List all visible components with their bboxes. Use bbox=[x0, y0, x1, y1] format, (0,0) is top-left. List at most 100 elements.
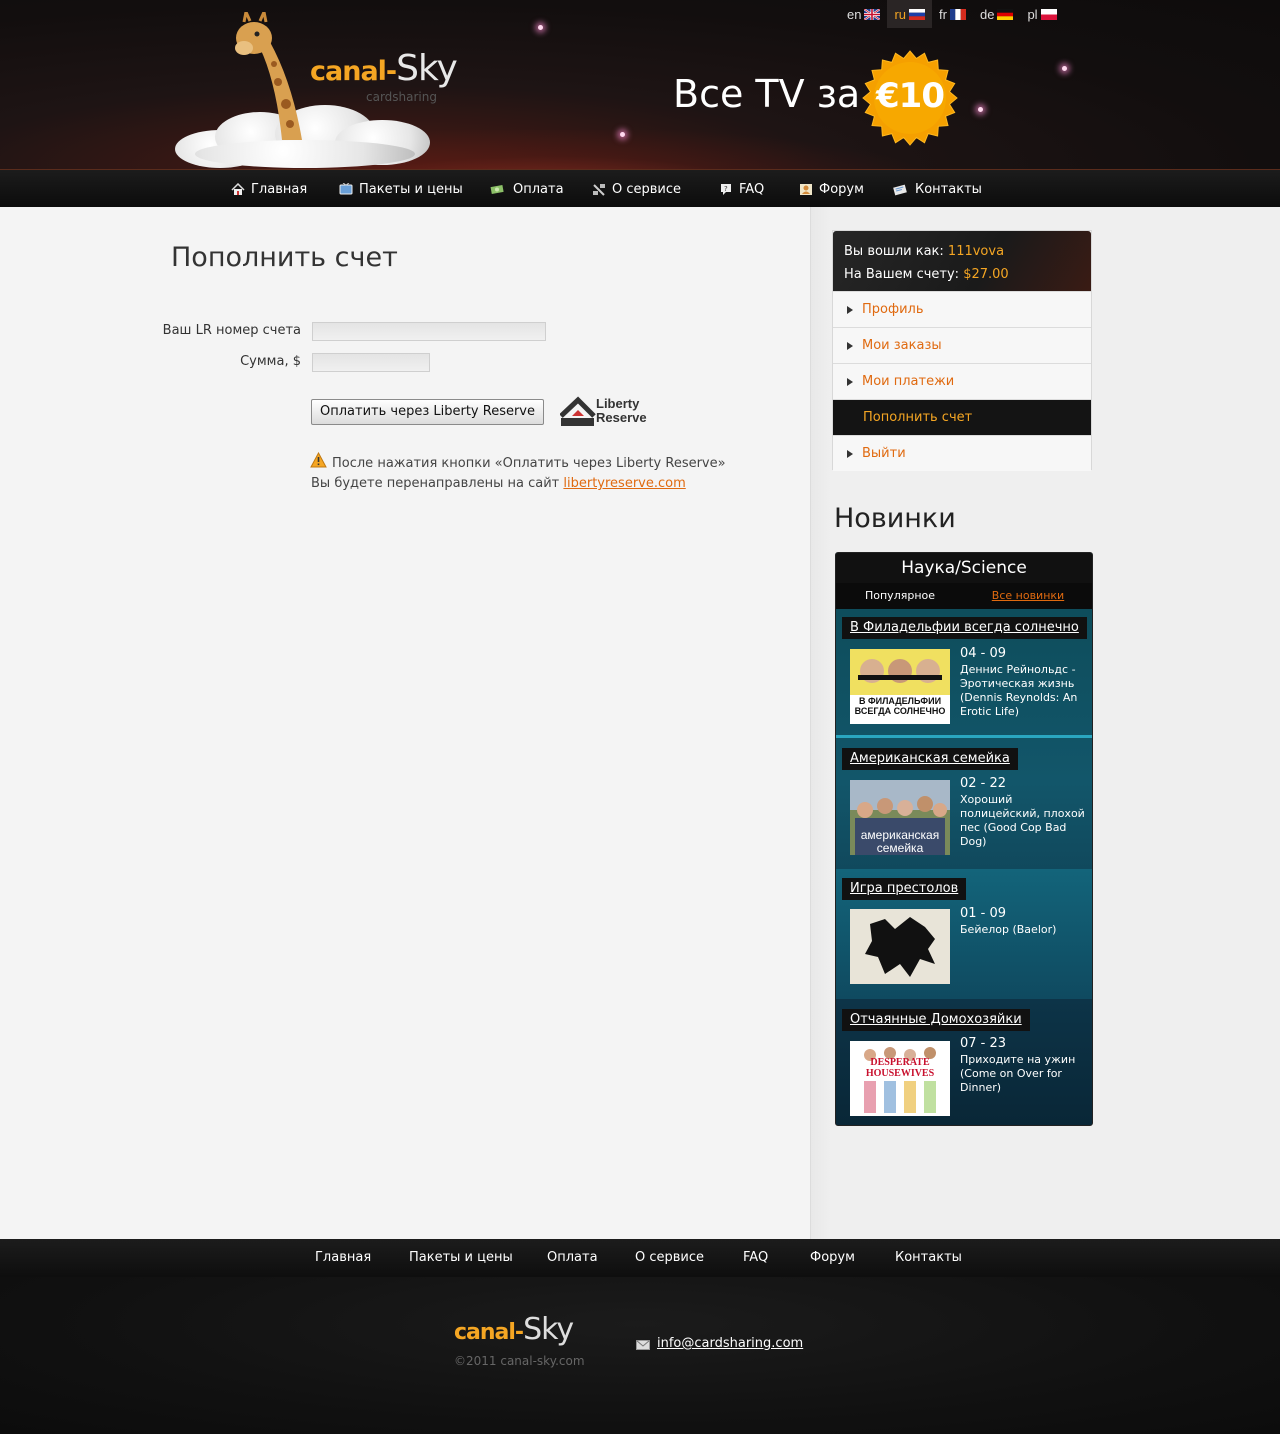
episode-title: Хороший полицейский, плохой пес (Good Co… bbox=[960, 793, 1085, 848]
news-category[interactable]: Наука/Science bbox=[836, 553, 1092, 583]
svg-text:?: ? bbox=[724, 185, 728, 193]
balance-row: На Вашем счету: $27.00 bbox=[844, 263, 1080, 286]
show-title[interactable]: Отчаянные Домохозяйки bbox=[842, 1009, 1030, 1031]
menu-label: Выйти bbox=[862, 446, 906, 461]
russia-flag-icon bbox=[909, 8, 926, 20]
arrow-right-icon bbox=[847, 305, 853, 314]
username: 111vova bbox=[947, 244, 1005, 259]
menu-label: Пополнить счет bbox=[863, 410, 973, 425]
promo-headline: Все TV за bbox=[673, 72, 861, 116]
footer-nav-forum[interactable]: Форум bbox=[810, 1239, 855, 1277]
pay-liberty-reserve-button[interactable]: Оплатить через Liberty Reserve bbox=[311, 399, 544, 425]
nav-packages[interactable]: Пакеты и цены bbox=[339, 170, 463, 208]
news-tabs: Популярное Все новинки bbox=[836, 583, 1092, 609]
lang-code: de bbox=[979, 6, 995, 22]
menu-payments[interactable]: Мои платежи bbox=[833, 363, 1091, 399]
nav-contacts[interactable]: Контакты bbox=[891, 170, 982, 208]
lang-en[interactable]: en bbox=[840, 0, 887, 28]
show-item: В Филадельфии всегда солнечно В ФИЛАДЕЛЬ… bbox=[836, 609, 1092, 739]
france-flag-icon bbox=[949, 8, 966, 20]
nav-label: Контакты bbox=[915, 181, 982, 197]
nav-label: Главная bbox=[251, 181, 308, 197]
satellite-icon bbox=[593, 183, 605, 196]
lang-code: en bbox=[847, 6, 862, 22]
menu-label: Мои платежи bbox=[862, 374, 955, 389]
contacts-icon bbox=[893, 184, 907, 195]
menu-orders[interactable]: Мои заказы bbox=[833, 327, 1091, 363]
site-footer bbox=[0, 1277, 1280, 1434]
episode-title: Бейелор (Baelor) bbox=[960, 923, 1057, 936]
footer-nav-contacts[interactable]: Контакты bbox=[895, 1239, 962, 1277]
nav-faq[interactable]: ? FAQ bbox=[719, 170, 764, 208]
lang-fr[interactable]: fr bbox=[932, 0, 973, 28]
episode-number: 07 - 23 bbox=[960, 1036, 1007, 1051]
footer-nav-home[interactable]: Главная bbox=[315, 1239, 371, 1277]
news-widget: Наука/Science Популярное Все новинки В Ф… bbox=[835, 552, 1093, 1126]
lang-ru[interactable]: ru bbox=[887, 0, 933, 28]
note-prefix: Вы будете перенаправлены на сайт bbox=[311, 476, 564, 491]
episode-info: 02 - 22 Хороший полицейский, плохой пес … bbox=[960, 777, 1088, 849]
footer-logo-sky: Sky bbox=[523, 1312, 574, 1347]
menu-topup[interactable]: Пополнить счет bbox=[833, 399, 1091, 435]
footer-nav-faq[interactable]: FAQ bbox=[743, 1239, 768, 1277]
nav-label: Пакеты и цены bbox=[359, 181, 463, 197]
nav-payment[interactable]: Оплата bbox=[487, 170, 564, 208]
footer-nav-payment[interactable]: Оплата bbox=[547, 1239, 598, 1277]
footer-nav-packages[interactable]: Пакеты и цены bbox=[409, 1239, 513, 1277]
show-title[interactable]: Американская семейка bbox=[842, 748, 1018, 770]
show-item: Американская семейка американская семейк… bbox=[836, 739, 1092, 869]
tab-all-news[interactable]: Все новинки bbox=[964, 583, 1092, 609]
nav-about[interactable]: О сервисе bbox=[592, 170, 681, 208]
thumbnail-caption: DESPERATE HOUSEWIVES bbox=[865, 1057, 935, 1079]
site-logo[interactable]: canal-Sky bbox=[310, 48, 458, 89]
sum-label: Сумма, $ bbox=[240, 354, 301, 369]
lr-logo-line: Liberty bbox=[596, 396, 640, 411]
lang-pl[interactable]: pl bbox=[1020, 0, 1063, 28]
star-decoration bbox=[538, 25, 543, 30]
thumbnail-caption: В ФИЛАДЕЛЬФИИ ВСЕГДА СОЛНЕЧНО bbox=[854, 696, 946, 716]
nav-forum[interactable]: Форум bbox=[799, 170, 864, 208]
nav-label: Форум bbox=[819, 181, 864, 197]
note-line: После нажатия кнопки «Оплатить через Lib… bbox=[332, 456, 726, 471]
arrow-right-icon bbox=[847, 341, 853, 350]
nav-label: О сервисе bbox=[612, 181, 682, 197]
logged-in-row: Вы вошли как: 111vova bbox=[844, 240, 1080, 263]
balance-label: На Вашем счету: bbox=[844, 267, 960, 282]
tab-popular[interactable]: Популярное bbox=[836, 583, 964, 609]
thumbnail-caption: американская семейка bbox=[860, 828, 940, 855]
liberty-reserve-logo-text: Liberty Reserve bbox=[596, 397, 647, 425]
question-icon: ? bbox=[721, 183, 731, 195]
nav-home[interactable]: Главная bbox=[231, 170, 307, 208]
account-header: Вы вошли как: 111vova На Вашем счету: $2… bbox=[833, 231, 1091, 291]
balance-value: $27.00 bbox=[963, 267, 1009, 282]
lang-de[interactable]: de bbox=[973, 0, 1020, 28]
copyright: ©2011 canal-sky.com bbox=[454, 1354, 585, 1368]
episode-number: 02 - 22 bbox=[960, 776, 1007, 791]
logo-sky-text: Sky bbox=[396, 48, 458, 89]
tv-icon bbox=[339, 182, 353, 194]
menu-profile[interactable]: Профиль bbox=[833, 291, 1091, 327]
divider bbox=[836, 735, 1092, 738]
logo-brand-text: canal- bbox=[310, 56, 397, 87]
footer-nav-about[interactable]: О сервисе bbox=[635, 1239, 704, 1277]
contact-email-link[interactable]: info@cardsharing.com bbox=[657, 1336, 803, 1351]
episode-info: 07 - 23 Приходите на ужин (Come on Over … bbox=[960, 1037, 1088, 1095]
page-title: Пополнить счет bbox=[171, 242, 398, 273]
show-thumbnail[interactable] bbox=[850, 909, 950, 984]
show-title[interactable]: Игра престолов bbox=[842, 878, 967, 900]
lr-account-label: Ваш LR номер счета bbox=[162, 323, 301, 338]
episode-title: Деннис Рейнольдс - Эротическая жизнь (De… bbox=[960, 663, 1078, 718]
sum-input[interactable] bbox=[312, 353, 430, 372]
menu-logout[interactable]: Выйти bbox=[833, 435, 1091, 471]
footer-logo[interactable]: canal-Sky bbox=[454, 1312, 574, 1347]
episode-info: 04 - 09 Деннис Рейнольдс - Эротическая ж… bbox=[960, 647, 1088, 719]
show-title[interactable]: В Филадельфии всегда солнечно bbox=[842, 617, 1087, 639]
arrow-right-icon bbox=[847, 377, 853, 386]
lr-account-input[interactable] bbox=[312, 322, 546, 341]
lr-logo-line: Reserve bbox=[596, 410, 647, 425]
footer-navigation: Главная Пакеты и цены Оплата О сервисе F… bbox=[0, 1239, 1280, 1277]
language-switcher: en ru fr de pl bbox=[840, 0, 1064, 28]
liberty-reserve-link[interactable]: libertyreserve.com bbox=[563, 476, 685, 491]
episode-number: 01 - 09 bbox=[960, 906, 1007, 921]
account-box: Вы вошли как: 111vova На Вашем счету: $2… bbox=[832, 230, 1092, 471]
